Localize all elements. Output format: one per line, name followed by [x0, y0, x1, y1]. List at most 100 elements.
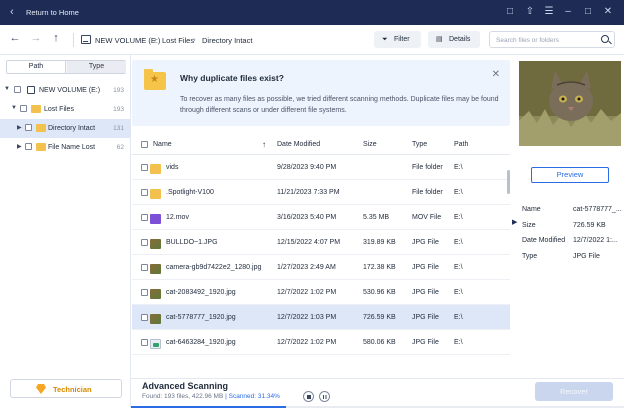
- scrollbar-thumb[interactable]: [507, 170, 510, 194]
- file-path: E:\: [454, 264, 463, 271]
- duplicate-info-banner: Why duplicate files exist? To recover as…: [132, 60, 510, 126]
- up-arrow-icon[interactable]: ↑: [49, 32, 63, 44]
- view-toggle: Path Type: [6, 60, 126, 74]
- tree-item-volume[interactable]: ▼ NEW VOLUME (E:) 193: [0, 81, 130, 100]
- checkbox[interactable]: [25, 124, 32, 131]
- tree-item-file-name-lost[interactable]: ▶ File Name Lost 62: [0, 138, 130, 157]
- column-path[interactable]: Path: [454, 141, 468, 148]
- table-row[interactable]: cat-6463284_1920.jpg 12/7/2022 1:02 PM 5…: [132, 330, 510, 355]
- video-icon: [150, 214, 161, 224]
- back-home-icon[interactable]: ‹: [10, 6, 14, 18]
- table-row[interactable]: camera-gb9d7422e2_1280.jpg 1/27/2023 2:4…: [132, 255, 510, 280]
- tab-type[interactable]: Type: [67, 61, 126, 73]
- chevron-right-icon: ›: [193, 35, 196, 44]
- tree-item-count: 193: [113, 87, 124, 94]
- tree-item-count: 62: [116, 144, 124, 151]
- checkbox[interactable]: [25, 143, 32, 150]
- doc-image-icon: [150, 339, 161, 349]
- back-arrow-icon[interactable]: ←: [8, 32, 22, 44]
- column-size[interactable]: Size: [363, 141, 377, 148]
- expand-arrow-icon[interactable]: ▼: [11, 105, 17, 111]
- row-checkbox[interactable]: [141, 214, 148, 221]
- share-icon[interactable]: ⇧: [522, 4, 538, 20]
- tree-item-label: Lost Files: [44, 106, 74, 113]
- row-checkbox[interactable]: [141, 289, 148, 296]
- chat-icon[interactable]: □: [502, 4, 518, 20]
- file-date: 9/28/2023 9:40 PM: [277, 164, 337, 171]
- checkbox[interactable]: [20, 105, 27, 112]
- file-path: E:\: [454, 314, 463, 321]
- row-checkbox[interactable]: [141, 164, 148, 171]
- tree-item-lost-files[interactable]: ▼ Lost Files 193: [0, 100, 130, 119]
- sort-up-icon[interactable]: ↑: [262, 140, 266, 149]
- row-checkbox[interactable]: [141, 239, 148, 246]
- file-date: 12/7/2022 1:03 PM: [277, 314, 337, 321]
- navigation-bar: ← → ↑ NEW VOLUME (E:) › Lost Files › Dir…: [0, 25, 624, 55]
- select-all-checkbox[interactable]: [141, 141, 148, 148]
- search-input[interactable]: [496, 34, 596, 46]
- file-date: 12/15/2022 4:07 PM: [277, 239, 341, 246]
- file-size: 319.89 KB: [363, 239, 396, 246]
- return-home-link[interactable]: Return to Home: [26, 8, 79, 17]
- file-name: .Spotlight-V100: [166, 189, 214, 196]
- tab-path[interactable]: Path: [7, 61, 66, 73]
- file-size: 172.38 KB: [363, 264, 396, 271]
- checkbox[interactable]: [14, 86, 21, 93]
- recover-button[interactable]: Recover: [535, 382, 613, 401]
- filter-icon: ⏷: [382, 36, 388, 43]
- scanned-text: | Scanned: 31.34%: [225, 393, 280, 400]
- maximize-icon[interactable]: □: [580, 4, 596, 20]
- details-button[interactable]: ▤ Details: [428, 31, 480, 48]
- breadcrumb-volume[interactable]: NEW VOLUME (E:): [95, 36, 160, 45]
- tree-item-directory-intact[interactable]: ▶ Directory Intact 131: [0, 119, 130, 138]
- pause-scan-icon[interactable]: [319, 391, 330, 402]
- column-name[interactable]: Name: [153, 141, 172, 148]
- row-checkbox[interactable]: [141, 189, 148, 196]
- scan-info: Found: 193 files, 422.96 MB | Scanned: 3…: [142, 393, 280, 400]
- table-row[interactable]: cat-2083492_1920.jpg 12/7/2022 1:02 PM 5…: [132, 280, 510, 305]
- image-icon: [150, 289, 161, 299]
- file-date: 3/16/2023 5:40 PM: [277, 214, 337, 221]
- minimize-icon[interactable]: –: [560, 4, 576, 20]
- prop-type-label: Type: [522, 253, 538, 260]
- forward-arrow-icon[interactable]: →: [29, 32, 43, 44]
- file-type: File folder: [412, 189, 443, 196]
- row-checkbox[interactable]: [141, 264, 148, 271]
- stop-scan-icon[interactable]: [303, 391, 314, 402]
- table-row-selected[interactable]: cat-5778777_1920.jpg 12/7/2022 1:03 PM 7…: [132, 305, 510, 330]
- breadcrumb-directory-intact[interactable]: Directory Intact: [202, 36, 252, 45]
- search-box[interactable]: [489, 31, 615, 48]
- tree-item-label: Directory Intact: [48, 125, 96, 132]
- table-row[interactable]: BULLDO~1.JPG 12/15/2022 4:07 PM 319.89 K…: [132, 230, 510, 255]
- row-checkbox[interactable]: [141, 339, 148, 346]
- search-icon[interactable]: [601, 35, 609, 43]
- file-type: JPG File: [412, 339, 439, 346]
- file-size: 5.35 MB: [363, 214, 390, 221]
- scan-status-bar: Advanced Scanning Found: 193 files, 422.…: [131, 378, 624, 408]
- table-row[interactable]: 12.mov 3/16/2023 5:40 PM 5.35 MB MOV Fil…: [132, 205, 510, 230]
- table-row[interactable]: .Spotlight-V100 11/21/2023 7:33 PM File …: [132, 180, 510, 205]
- cat-photo-image: [519, 61, 621, 146]
- filter-button[interactable]: ⏷ Filter: [374, 31, 421, 48]
- folder-icon: [150, 189, 161, 199]
- file-type: JPG File: [412, 264, 439, 271]
- panel-toggle-arrow-icon[interactable]: ▶: [512, 218, 517, 226]
- diamond-icon: [36, 384, 46, 394]
- close-icon[interactable]: ✕: [492, 69, 500, 80]
- filter-label: Filter: [394, 36, 410, 43]
- collapse-arrow-icon[interactable]: ▶: [17, 143, 22, 150]
- breadcrumb-lost-files[interactable]: Lost Files: [162, 36, 194, 45]
- preview-button[interactable]: Preview: [531, 167, 609, 183]
- close-window-icon[interactable]: ✕: [600, 4, 616, 20]
- table-row[interactable]: vids 9/28/2023 9:40 PM File folder E:\: [132, 155, 510, 180]
- technician-button[interactable]: Technician: [10, 379, 122, 398]
- drive-icon: [81, 35, 91, 44]
- file-type: JPG File: [412, 314, 439, 321]
- column-date[interactable]: Date Modified: [277, 141, 320, 148]
- expand-arrow-icon[interactable]: ▼: [4, 86, 10, 92]
- image-icon: [150, 314, 161, 324]
- menu-icon[interactable]: ☰: [541, 4, 557, 20]
- row-checkbox[interactable]: [141, 314, 148, 321]
- column-type[interactable]: Type: [412, 141, 427, 148]
- collapse-arrow-icon[interactable]: ▶: [17, 124, 22, 131]
